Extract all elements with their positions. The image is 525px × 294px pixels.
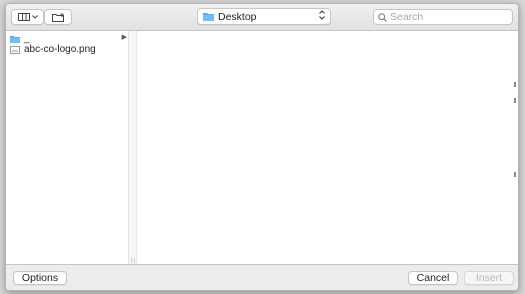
up-down-chevron-icon (319, 10, 325, 21)
options-button[interactable]: Options (13, 271, 67, 285)
search-field[interactable] (373, 9, 513, 25)
new-folder-button[interactable] (44, 9, 72, 25)
search-input[interactable] (390, 11, 508, 23)
list-item-label: abc-co-logo.png (24, 44, 96, 55)
disclosure-arrow-icon: ▶ (121, 34, 127, 41)
location-label: Desktop (218, 10, 257, 23)
column-view-icon (17, 13, 30, 21)
folder-icon (10, 35, 20, 43)
file-picker-dialog: Desktop _ ▶ (5, 3, 519, 291)
file-browser: _ ▶ abc-co-logo.png || (6, 31, 518, 267)
folder-icon (203, 13, 214, 21)
search-icon (378, 12, 387, 22)
view-options-button[interactable] (11, 9, 44, 25)
list-item-folder[interactable]: _ ▶ (6, 33, 129, 44)
column-resize-handle[interactable]: || (129, 31, 137, 267)
cancel-button[interactable]: Cancel (408, 271, 458, 285)
toolbar: Desktop (6, 4, 518, 31)
image-file-icon (10, 45, 20, 54)
insert-button[interactable]: Insert (464, 271, 514, 285)
edge-artifact (514, 82, 516, 87)
edge-artifact (514, 98, 516, 103)
list-item-file[interactable]: abc-co-logo.png (6, 44, 129, 55)
browser-column-1: _ ▶ abc-co-logo.png (6, 31, 129, 267)
dialog-footer: Options Cancel Insert (6, 264, 518, 290)
edge-artifact (514, 172, 516, 177)
chevron-down-icon (31, 15, 38, 19)
list-item-label: _ (24, 33, 30, 44)
new-folder-icon (51, 12, 64, 22)
location-dropdown[interactable]: Desktop (197, 8, 331, 25)
